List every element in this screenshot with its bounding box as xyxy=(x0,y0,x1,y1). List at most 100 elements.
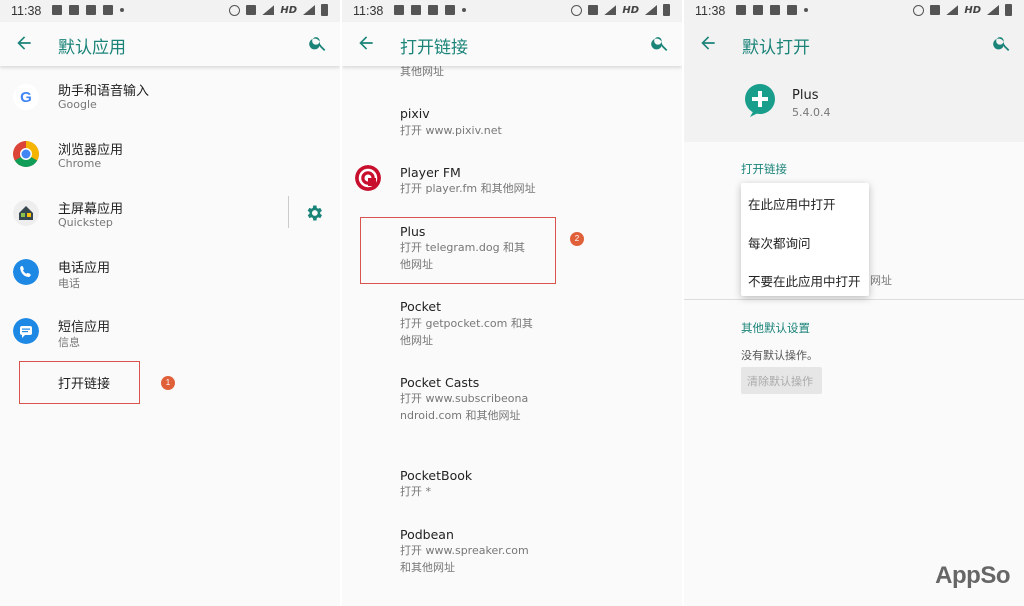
item-title: Pocket Casts xyxy=(400,375,480,390)
playerfm-icon xyxy=(355,165,381,191)
home-icon xyxy=(13,200,39,226)
highlight-box xyxy=(360,217,556,284)
list-item-sms[interactable]: 短信应用 信息 xyxy=(0,306,340,358)
item-subtitle: 打开 getpocket.com 和其他网址 xyxy=(400,317,533,347)
notification-icons xyxy=(52,5,124,15)
divider xyxy=(288,196,289,228)
signal-icon xyxy=(645,5,657,15)
battery-icon xyxy=(1005,4,1012,16)
notification-icons xyxy=(736,5,808,15)
open-links-menu: 在此应用中打开 每次都询问 不要在此应用中打开 xyxy=(741,183,869,296)
alarm-icon xyxy=(229,4,241,16)
search-icon[interactable] xyxy=(650,33,670,53)
list-item-browser[interactable]: 浏览器应用 Chrome xyxy=(0,129,340,181)
back-arrow-icon[interactable] xyxy=(698,33,718,53)
status-bar: 11:38 HD xyxy=(684,0,1024,22)
item-subtitle: Chrome xyxy=(58,157,102,170)
back-arrow-icon[interactable] xyxy=(14,33,34,53)
network-type: HD xyxy=(622,4,639,16)
item-subtitle: 打开 player.fm 和其他网址 xyxy=(400,182,536,195)
item-subtitle: Google xyxy=(58,98,97,111)
menu-item-open-in-app[interactable]: 在此应用中打开 xyxy=(748,194,836,213)
item-subtitle: 打开 www.subscribeonandroid.com 和其他网址 xyxy=(400,392,529,422)
svg-text:G: G xyxy=(20,89,32,106)
status-time: 11:38 xyxy=(353,4,384,18)
app-name: Plus xyxy=(792,88,819,103)
item-title: 主屏幕应用 xyxy=(58,202,124,217)
wifi-icon xyxy=(262,5,275,15)
gear-icon[interactable] xyxy=(304,203,324,223)
google-icon: G xyxy=(13,84,39,110)
item-title: 短信应用 xyxy=(58,320,111,335)
step-badge: 1 xyxy=(161,376,175,390)
clear-defaults-label: 清除默认操作 xyxy=(747,375,813,388)
back-arrow-icon[interactable] xyxy=(356,33,376,53)
step-badge: 2 xyxy=(570,232,584,246)
list-item-pocketcasts[interactable]: Pocket Casts 打开 www.subscribeonandroid.c… xyxy=(342,371,682,451)
item-title: PocketBook xyxy=(400,468,473,483)
search-icon[interactable] xyxy=(308,33,328,53)
appso-watermark: AppSo xyxy=(935,562,1010,589)
cast-icon xyxy=(246,5,257,15)
wifi-icon xyxy=(946,5,959,15)
network-type: HD xyxy=(280,4,297,16)
battery-icon xyxy=(663,4,670,16)
list-item-pocket[interactable]: Pocket 打开 getpocket.com 和其他网址 xyxy=(342,294,682,354)
menu-item-ask-every-time[interactable]: 每次都询问 xyxy=(748,233,811,252)
list-item-phone[interactable]: 电话应用 电话 xyxy=(0,247,340,299)
default-apps-screen: 11:38 HD 默认应用 G 助手和语音输入 Google 浏览器应用 Chr… xyxy=(0,0,340,606)
phone-icon xyxy=(13,259,39,285)
list-item-playerfm[interactable]: Player FM 打开 player.fm 和其他网址 xyxy=(342,160,682,208)
item-title: 浏览器应用 xyxy=(58,143,124,158)
list-item-podbean[interactable]: Podbean 打开 www.spreaker.com 和其他网址 xyxy=(342,522,682,582)
behind-text: 网址 xyxy=(870,274,892,287)
messages-icon xyxy=(13,318,39,344)
page-title: 默认打开 xyxy=(742,38,810,58)
app-bar: 默认应用 xyxy=(0,22,340,66)
status-bar: 11:38 HD xyxy=(342,0,682,22)
search-icon[interactable] xyxy=(992,33,1012,53)
item-subtitle: Quickstep xyxy=(58,216,113,229)
divider xyxy=(684,299,1024,300)
menu-item-dont-open[interactable]: 不要在此应用中打开 xyxy=(748,271,861,290)
signal-icon xyxy=(303,5,315,15)
network-type: HD xyxy=(964,4,981,16)
item-subtitle: 打开 * xyxy=(400,485,431,498)
section-open-links: 打开链接 xyxy=(741,162,787,176)
app-header: Plus 5.4.0.4 xyxy=(684,66,1024,142)
item-subtitle: 信息 xyxy=(58,336,80,349)
open-by-default-screen: 11:38 HD 默认打开 Plus 5.4.0.4 打开链接 网址 其他默认设… xyxy=(684,0,1024,606)
notification-icons xyxy=(394,5,466,15)
list-item-assistant[interactable]: G 助手和语音输入 Google xyxy=(0,70,340,122)
system-icons: HD xyxy=(571,4,670,16)
open-links-screen: 11:38 HD 打开链接 其他网址 pixiv 打开 www.pixiv.ne… xyxy=(342,0,682,606)
cast-icon xyxy=(588,5,599,15)
item-title: Player FM xyxy=(400,165,461,180)
signal-icon xyxy=(987,5,999,15)
item-title: 助手和语音输入 xyxy=(58,84,150,99)
item-subtitle: 电话 xyxy=(58,277,80,290)
plus-app-icon xyxy=(745,84,775,117)
no-defaults-text: 没有默认操作。 xyxy=(741,349,818,362)
cast-icon xyxy=(930,5,941,15)
item-title: Pocket xyxy=(400,299,441,314)
app-bar: 打开链接 xyxy=(342,22,682,66)
system-icons: HD xyxy=(913,4,1012,16)
item-title: pixiv xyxy=(400,106,430,121)
list-item-pocketbook[interactable]: PocketBook 打开 * xyxy=(342,464,682,504)
app-version: 5.4.0.4 xyxy=(792,106,831,119)
wifi-icon xyxy=(604,5,617,15)
battery-icon xyxy=(321,4,328,16)
app-bar: 默认打开 xyxy=(684,22,1024,66)
list-item-pixiv[interactable]: pixiv 打开 www.pixiv.net xyxy=(342,100,682,148)
page-title: 打开链接 xyxy=(400,38,468,58)
alarm-icon xyxy=(571,4,583,16)
item-subtitle: 打开 www.spreaker.com 和其他网址 xyxy=(400,544,529,574)
list-item-home[interactable]: 主屏幕应用 Quickstep xyxy=(0,188,340,240)
highlight-box xyxy=(19,361,140,404)
alarm-icon xyxy=(913,4,925,16)
page-title: 默认应用 xyxy=(58,38,126,58)
clear-defaults-button[interactable]: 清除默认操作 xyxy=(741,367,822,394)
status-time: 11:38 xyxy=(11,4,42,18)
system-icons: HD xyxy=(229,4,328,16)
